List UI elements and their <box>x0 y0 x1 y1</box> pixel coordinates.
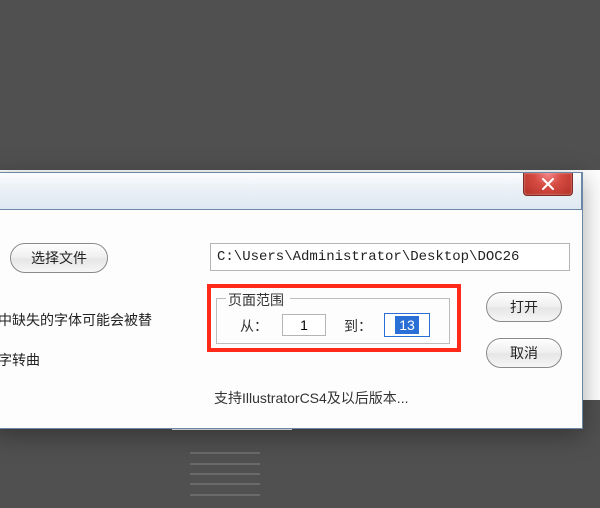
background-document-lines <box>190 448 260 500</box>
outline-text-label: 字转曲 <box>0 350 40 370</box>
app-background-bottom <box>0 430 600 508</box>
highlight-annotation <box>207 284 461 352</box>
support-version-text: 支持IllustratorCS4及以后版本... <box>214 388 408 408</box>
font-warning-text: 中缺失的字体可能会被替 <box>0 310 152 330</box>
cancel-button[interactable]: 取消 <box>486 338 562 368</box>
close-button[interactable] <box>523 173 573 196</box>
open-button[interactable]: 打开 <box>486 292 562 322</box>
app-background-top <box>0 0 600 170</box>
select-file-button[interactable]: 选择文件 <box>10 243 108 273</box>
dialog-titlebar <box>0 172 582 210</box>
file-path-field[interactable]: C:\Users\Administrator\Desktop\DOC26 <box>210 243 570 271</box>
close-icon <box>541 178 555 190</box>
